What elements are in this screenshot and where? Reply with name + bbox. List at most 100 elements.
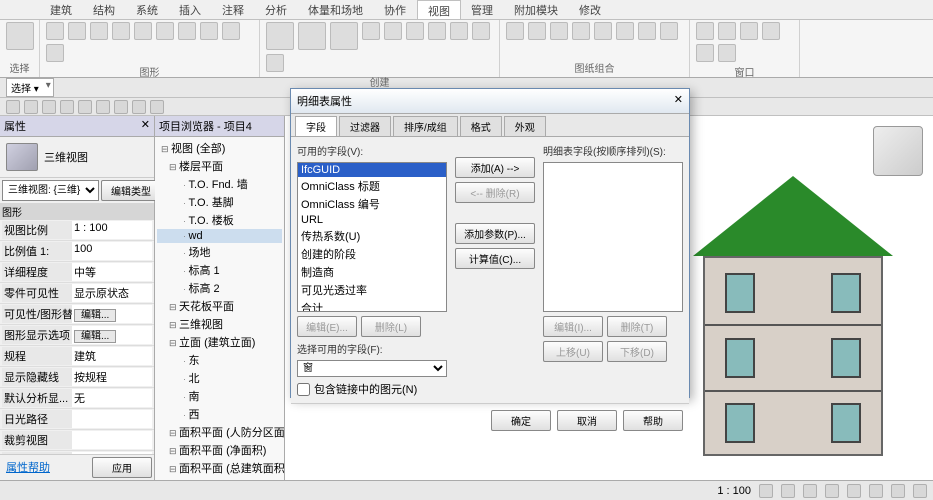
property-row[interactable]: 裁剪视图 — [0, 430, 154, 451]
plan-view-icon[interactable] — [362, 22, 380, 40]
property-row[interactable]: 显示隐藏线按规程 — [0, 367, 154, 388]
dialog-tab-filter[interactable]: 过滤器 — [339, 116, 391, 137]
revision-icon[interactable] — [572, 22, 590, 40]
qat-icon[interactable] — [6, 100, 20, 114]
property-row[interactable]: 比例值 1:100 — [0, 241, 154, 262]
qat-icon[interactable] — [114, 100, 128, 114]
select-dropdown[interactable]: 选择 ▾ — [6, 78, 54, 97]
ribbon-tab[interactable]: 结构 — [83, 0, 126, 19]
guide-grid-icon[interactable] — [594, 22, 612, 40]
add-parameter-button[interactable]: 添加参数(P)... — [455, 223, 535, 244]
tree-node[interactable]: 三维视图 — [157, 315, 282, 333]
render-gallery-icon[interactable] — [46, 44, 64, 62]
move-down-button[interactable]: 下移(D) — [607, 341, 667, 362]
prop-value[interactable]: 按规程 — [72, 368, 152, 386]
switch-window-icon[interactable] — [696, 22, 714, 40]
view-instance-select[interactable]: 三维视图: {三维} — [2, 180, 99, 201]
schedule-icon[interactable] — [472, 22, 490, 40]
field-item[interactable]: URL — [298, 213, 446, 227]
thin-lines-icon[interactable] — [112, 22, 130, 40]
qat-icon[interactable] — [96, 100, 110, 114]
remove-hidden-icon[interactable] — [156, 22, 174, 40]
qat-icon[interactable] — [78, 100, 92, 114]
ribbon-tab[interactable]: 分析 — [255, 0, 298, 19]
view-icon[interactable] — [528, 22, 546, 40]
viewcube[interactable] — [873, 126, 923, 176]
field-item[interactable]: IfcGUID — [298, 163, 446, 177]
status-icon[interactable] — [825, 484, 839, 498]
section-icon[interactable] — [298, 22, 326, 50]
delete-sched-button[interactable]: 删除(T) — [607, 316, 667, 337]
tree-node[interactable]: 面积平面 (人防分区面积) — [157, 423, 282, 441]
filters-icon[interactable] — [90, 22, 108, 40]
render-cloud-icon[interactable] — [222, 22, 240, 40]
ribbon-tab[interactable]: 管理 — [461, 0, 504, 19]
prop-value[interactable]: 100 — [72, 242, 152, 260]
dialog-titlebar[interactable]: 明细表属性 ✕ — [291, 89, 689, 114]
render-icon[interactable] — [200, 22, 218, 40]
scheduled-fields-list[interactable] — [543, 162, 683, 312]
scope-box-icon[interactable] — [266, 54, 284, 72]
cascade-icon[interactable] — [762, 22, 780, 40]
move-up-button[interactable]: 上移(U) — [543, 341, 603, 362]
apply-button[interactable]: 应用 — [92, 457, 152, 478]
help-button[interactable]: 帮助 — [623, 410, 683, 431]
status-icon[interactable] — [869, 484, 883, 498]
property-row[interactable]: 零件可见性显示原状态 — [0, 283, 154, 304]
ui-icon[interactable] — [718, 44, 736, 62]
tree-node[interactable]: 东 — [157, 351, 282, 369]
ribbon-tab[interactable]: 系统 — [126, 0, 169, 19]
dialog-tab-appearance[interactable]: 外观 — [504, 116, 546, 137]
property-row[interactable]: 图形显示选项编辑... — [0, 325, 154, 346]
matchline-icon[interactable] — [616, 22, 634, 40]
field-item[interactable]: 合计 — [298, 299, 446, 312]
status-icon[interactable] — [891, 484, 905, 498]
ribbon-tab-active[interactable]: 视图 — [417, 0, 461, 19]
drafting-view-icon[interactable] — [406, 22, 424, 40]
field-item[interactable]: 可见光透过率 — [298, 281, 446, 299]
field-item[interactable]: OmniClass 标题 — [298, 177, 446, 195]
property-row[interactable]: 可见性/图形替换编辑... — [0, 304, 154, 325]
include-linked-checkbox[interactable]: 包含链接中的图元(N) — [297, 381, 447, 397]
edit-field-button[interactable]: 编辑(E)... — [297, 316, 357, 337]
prop-value[interactable]: 建筑 — [72, 347, 152, 365]
status-icon[interactable] — [913, 484, 927, 498]
replicate-icon[interactable] — [740, 22, 758, 40]
tree-node[interactable]: 楼层平面 — [157, 157, 282, 175]
prop-value[interactable]: 中等 — [72, 263, 152, 281]
delete-field-button[interactable]: 删除(L) — [361, 316, 421, 337]
tree-node[interactable]: 面积平面 (总建筑面积) — [157, 459, 282, 477]
qat-icon[interactable] — [150, 100, 164, 114]
field-item[interactable]: 创建的阶段 — [298, 245, 446, 263]
tree-node[interactable]: 标高 1 — [157, 261, 282, 279]
callout-icon[interactable] — [330, 22, 358, 50]
viewport-icon[interactable] — [660, 22, 678, 40]
3d-view-icon[interactable] — [266, 22, 294, 50]
remove-field-button[interactable]: <-- 删除(R) — [455, 182, 535, 203]
edit-sched-button[interactable]: 编辑(I)... — [543, 316, 603, 337]
prop-value[interactable]: 显示原状态 — [72, 284, 152, 302]
ribbon-tab[interactable]: 体量和场地 — [298, 0, 374, 19]
prop-value[interactable]: 无 — [72, 389, 152, 407]
field-item[interactable]: OmniClass 编号 — [298, 195, 446, 213]
dialog-close-button[interactable]: ✕ — [674, 93, 683, 109]
tree-node[interactable]: T.O. 基脚 — [157, 193, 282, 211]
property-row[interactable]: 默认分析显...无 — [0, 388, 154, 409]
tree-node[interactable]: 天花板平面 — [157, 297, 282, 315]
available-fields-list[interactable]: IfcGUIDOmniClass 标题OmniClass 编号URL传热系数(U… — [297, 162, 447, 312]
edit-type-button[interactable]: 编辑类型 — [101, 180, 161, 201]
tree-node[interactable]: 面积平面 (净面积) — [157, 441, 282, 459]
ok-button[interactable]: 确定 — [491, 410, 551, 431]
view-template-icon[interactable] — [46, 22, 64, 40]
view-scale[interactable]: 1 : 100 — [717, 485, 751, 497]
dialog-tab-format[interactable]: 格式 — [460, 116, 502, 137]
calculated-value-button[interactable]: 计算值(C)... — [455, 248, 535, 269]
tree-node[interactable]: 西 — [157, 405, 282, 423]
tree-node[interactable]: T.O. 楼板 — [157, 211, 282, 229]
prop-value[interactable] — [72, 431, 152, 449]
status-icon[interactable] — [781, 484, 795, 498]
qat-icon[interactable] — [24, 100, 38, 114]
prop-edit-button[interactable]: 编辑... — [74, 309, 116, 322]
dialog-tab-sort[interactable]: 排序/成组 — [393, 116, 458, 137]
elevation-icon[interactable] — [384, 22, 402, 40]
